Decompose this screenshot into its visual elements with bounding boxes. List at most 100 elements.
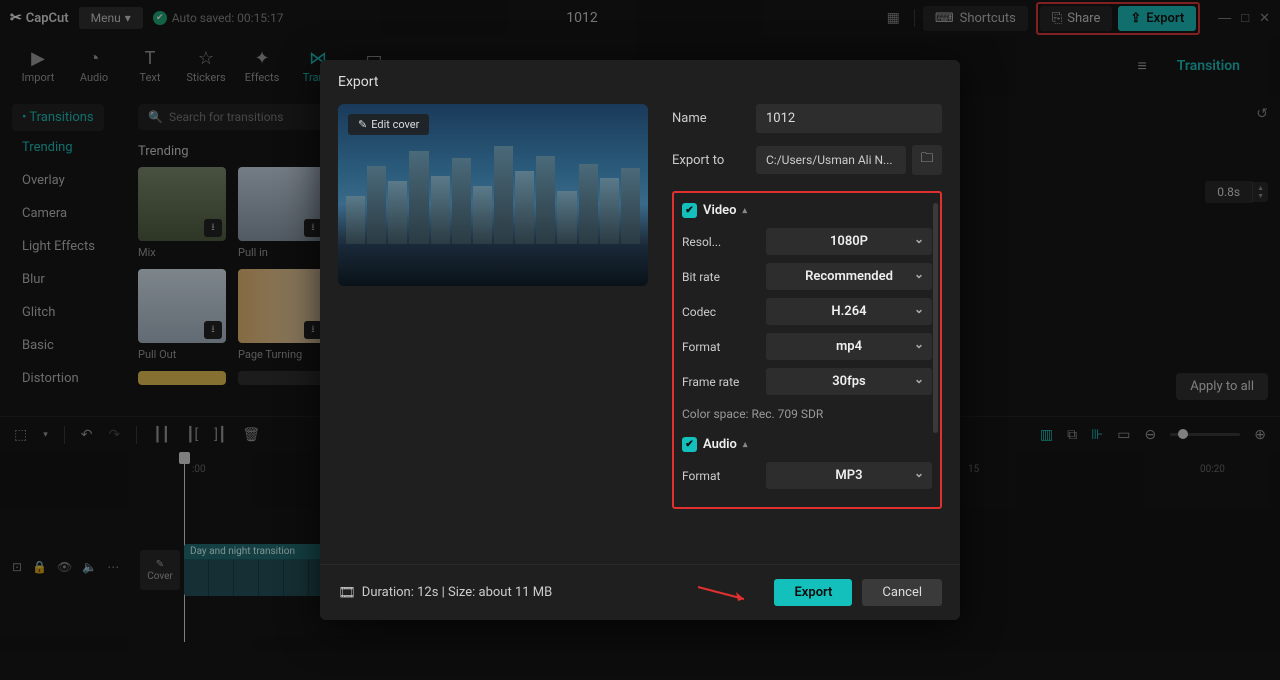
duration-stepper[interactable]: ▲▼ [1252, 182, 1268, 202]
check-icon: ✔ [153, 11, 167, 25]
duration-value[interactable]: 0.8s [1205, 181, 1252, 203]
sidebar-item-glitch[interactable]: Glitch [12, 296, 128, 329]
tool-audio[interactable]: ◔Audio [66, 48, 122, 84]
redo-button[interactable]: ↷ [109, 427, 121, 443]
share-export-highlight: ⎘Share ⇪Export [1036, 2, 1200, 35]
thumb-pullin[interactable]: ⭳Pull in [238, 167, 326, 259]
cover-button[interactable]: ✎Cover [140, 550, 180, 590]
pencil-icon: ✎ [358, 118, 367, 131]
autosave-status: ✔ Auto saved: 00:15:17 [153, 11, 284, 25]
zoom-in-icon[interactable]: ⊕ [1254, 427, 1266, 443]
name-input[interactable] [756, 104, 942, 133]
tool-text[interactable]: TText [122, 48, 178, 84]
cancel-button[interactable]: Cancel [862, 579, 942, 606]
zoom-out-icon[interactable]: ⊖ [1145, 427, 1157, 443]
audio-format-select[interactable]: MP3 [766, 462, 932, 489]
import-icon: ▶ [31, 48, 45, 69]
codec-select[interactable]: H.264 [766, 298, 932, 325]
download-icon[interactable]: ⭳ [204, 219, 222, 237]
tl-toggle-1[interactable]: ⊡ [12, 560, 22, 574]
link-icon[interactable]: ⧉ [1067, 427, 1077, 443]
cover-preview: ✎Edit cover [338, 104, 648, 286]
resolution-label: Resol... [682, 235, 756, 249]
minimize-button[interactable]: — [1218, 10, 1231, 26]
download-icon[interactable]: ⭳ [204, 321, 222, 339]
thumb-pageturn[interactable]: ⭳Page Turning [238, 269, 326, 361]
format-label: Format [682, 340, 756, 354]
framerate-select[interactable]: 30fps [766, 368, 932, 395]
text-icon: T [145, 48, 156, 69]
sidebar-item-basic[interactable]: Basic [12, 329, 128, 362]
caret-up-icon: ▴ [743, 440, 748, 450]
search-icon: 🔍 [148, 110, 163, 124]
zoom-slider[interactable] [1170, 433, 1240, 436]
app-logo: ✂ CapCut [10, 10, 69, 26]
tl-icon-1[interactable]: ▥ [1040, 427, 1053, 443]
resolution-select[interactable]: 1080P [766, 228, 932, 255]
browse-folder-button[interactable]: 🗀 [912, 145, 942, 175]
split-left[interactable]: ┃[ [186, 427, 198, 443]
effects-icon: ✦ [254, 48, 269, 69]
layout-icon[interactable]: ▦ [881, 6, 906, 30]
sidebar-top-tab[interactable]: • Transitions [12, 104, 104, 131]
magnet-icon[interactable]: ⊪ [1091, 427, 1103, 443]
export-modal: Export ✎Edit cover Name [320, 60, 960, 620]
thumb-extra1[interactable] [138, 371, 226, 385]
framerate-label: Frame rate [682, 375, 756, 389]
video-checkbox[interactable]: ✔ [682, 203, 697, 218]
video-clip[interactable]: Day and night transition [184, 544, 334, 596]
tl-icon-2[interactable]: ▭ [1117, 427, 1130, 443]
tool-effects[interactable]: ✦Effects [234, 48, 290, 84]
reset-icon[interactable]: ↺ [1256, 106, 1268, 122]
eye-icon[interactable]: 👁 [57, 560, 72, 574]
lock-icon[interactable]: 🔒 [32, 560, 47, 574]
chevron-down-icon: ▾ [43, 430, 48, 440]
thumb-extra2[interactable] [238, 371, 326, 385]
thumb-pullout[interactable]: ⭳Pull Out [138, 269, 226, 361]
share-button[interactable]: ⎘Share [1040, 6, 1113, 31]
shortcuts-button[interactable]: ⌨Shortcuts [923, 6, 1028, 31]
thumb-mix[interactable]: ⭳Mix [138, 167, 226, 259]
more-icon[interactable]: ⋯ [107, 560, 119, 574]
project-title: 1012 [293, 10, 870, 26]
share-icon: ⎘ [1052, 11, 1062, 26]
sidebar-item-overlay[interactable]: Overlay [12, 164, 128, 197]
maximize-button[interactable]: □ [1241, 10, 1249, 26]
player-menu-icon[interactable]: ≡ [1137, 56, 1146, 76]
chevron-down-icon: ▾ [125, 11, 131, 25]
app-name: CapCut [26, 11, 69, 26]
scrollbar[interactable] [933, 203, 938, 433]
tool-stickers[interactable]: ☆Stickers [178, 48, 234, 84]
split-tool[interactable]: ┃┃ [153, 427, 170, 443]
tool-import[interactable]: ▶Import [10, 48, 66, 84]
sidebar-item-camera[interactable]: Camera [12, 197, 128, 230]
sidebar-item-light[interactable]: Light Effects [12, 230, 128, 263]
modal-title: Export [320, 60, 960, 104]
export-icon: ⇪ [1130, 11, 1141, 26]
colorspace-info: Color space: Rec. 709 SDR [678, 403, 932, 423]
audio-checkbox[interactable]: ✔ [682, 437, 697, 452]
split-right[interactable]: ]┃ [214, 427, 226, 443]
undo-button[interactable]: ↶ [81, 427, 93, 443]
video-section-head[interactable]: ✔ Video ▴ [682, 203, 932, 218]
audio-section-head[interactable]: ✔ Audio ▴ [682, 437, 932, 452]
pointer-tool[interactable]: ⬚ [14, 427, 27, 443]
logo-icon: ✂ [10, 10, 22, 26]
delete-tool[interactable]: 🗑 [242, 427, 260, 443]
transition-panel-tab[interactable]: Transition [1177, 58, 1240, 74]
menu-button[interactable]: Menu▾ [79, 7, 143, 29]
apply-all-button[interactable]: Apply to all [1176, 373, 1268, 400]
speaker-icon[interactable]: 🔈 [82, 560, 97, 574]
export-top-button[interactable]: ⇪Export [1118, 6, 1196, 31]
close-button[interactable]: ✕ [1259, 10, 1270, 26]
sidebar-item-blur[interactable]: Blur [12, 263, 128, 296]
export-button[interactable]: Export [774, 579, 852, 606]
exportto-label: Export to [672, 153, 744, 168]
edit-cover-button[interactable]: ✎Edit cover [348, 114, 429, 135]
video-audio-highlight: ✔ Video ▴ Resol...1080P Bit rateRecommen… [672, 191, 942, 509]
sidebar-item-distortion[interactable]: Distortion [12, 362, 128, 395]
bitrate-select[interactable]: Recommended [766, 263, 932, 290]
exportto-path[interactable]: C:/Users/Usman Ali N... [756, 146, 906, 174]
format-select[interactable]: mp4 [766, 333, 932, 360]
sidebar-item-trending[interactable]: Trending [12, 131, 128, 164]
